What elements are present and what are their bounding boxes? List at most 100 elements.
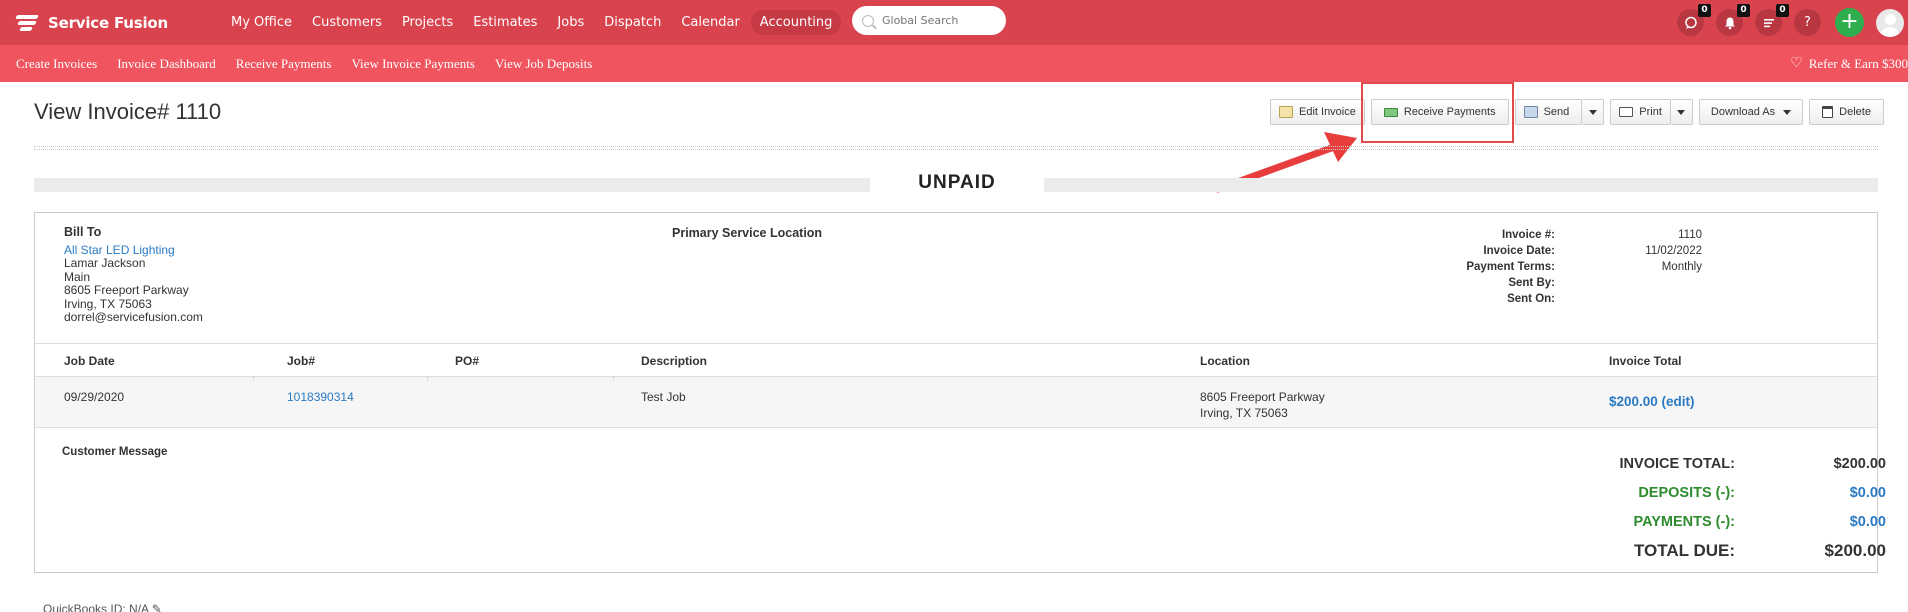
primary-service-location-label: Primary Service Location	[672, 226, 823, 240]
pencil-icon[interactable]: ✎	[152, 602, 162, 612]
nav-customers[interactable]: Customers	[303, 10, 391, 35]
meta-key: Sent By:	[1508, 277, 1555, 289]
subnav-view-invoice-payments[interactable]: View Invoice Payments	[351, 56, 474, 72]
customer-link[interactable]: All Star LED Lighting	[64, 243, 203, 258]
delete-button[interactable]: Delete	[1809, 99, 1884, 125]
nav-calendar[interactable]: Calendar	[672, 10, 748, 35]
subnav-create-invoices[interactable]: Create Invoices	[16, 56, 97, 72]
refer-link[interactable]: ♡ Refer & Earn $300	[1790, 45, 1908, 82]
meta-value: Monthly	[1661, 261, 1702, 273]
cell-description: Test Job	[641, 390, 686, 404]
bell-badge: 0	[1737, 4, 1750, 17]
table-header: Job Date Job# PO# Description Location I…	[35, 343, 1877, 377]
top-icons: 0 0 0 ? +	[1665, 0, 1908, 45]
invoice-meta: Invoice #: 1110 Invoice Date: 11/02/2022 P…	[1425, 229, 1702, 309]
bill-to-label: Bill To	[64, 225, 102, 239]
download-as-label: Download As	[1710, 106, 1776, 118]
payments-row: PAYMENTS (-): $0.00	[1575, 507, 1887, 536]
avatar[interactable]	[1876, 8, 1904, 37]
help-icon[interactable]: ?	[1794, 9, 1821, 36]
meta-key: Invoice Date:	[1483, 245, 1555, 257]
status-rule-right	[1044, 178, 1878, 192]
invoice-total-value: $200.00	[1833, 455, 1886, 472]
list-badge: 0	[1776, 4, 1789, 17]
col-invoice-total: Invoice Total	[1609, 354, 1682, 368]
delete-label: Delete	[1839, 106, 1871, 118]
table-row: 09/29/2020 1018390314 Test Job 8605 Free…	[35, 377, 1877, 428]
highlight-box	[1361, 82, 1514, 143]
payments-value[interactable]: $0.00	[1735, 514, 1886, 530]
search-icon	[862, 14, 874, 27]
location-line2: Irving, TX 75063	[1200, 406, 1288, 420]
invoice-status: UNPAID	[918, 172, 996, 193]
meta-row: Payment Terms: Monthly	[1425, 261, 1702, 277]
send-icon	[1523, 106, 1538, 118]
invoice-total-edit-link[interactable]: $200.00 (edit)	[1609, 394, 1695, 410]
nav-projects[interactable]: Projects	[393, 10, 462, 35]
col-description: Description	[641, 354, 708, 368]
nav-jobs[interactable]: Jobs	[548, 10, 593, 35]
nav-accounting[interactable]: Accounting	[750, 10, 842, 35]
send-button[interactable]: Send	[1514, 99, 1583, 125]
send-dropdown[interactable]	[1582, 99, 1605, 125]
edit-icon	[1279, 106, 1293, 118]
meta-key: Sent On:	[1507, 293, 1555, 305]
sub-navbar: Create Invoices Invoice Dashboard Receiv…	[0, 45, 1908, 82]
meta-value: 11/02/2022	[1645, 245, 1702, 257]
deposits-label: DEPOSITS (-):	[1638, 484, 1735, 501]
total-due-row: TOTAL DUE: $200.00	[1575, 536, 1886, 565]
meta-row: Sent On:	[1425, 293, 1702, 309]
quickbooks-id: QuickBooks ID: N/A ✎	[43, 602, 162, 612]
job-number-link[interactable]: 1018390314	[287, 389, 354, 405]
divider	[34, 146, 1878, 150]
download-as-button[interactable]: Download As	[1698, 99, 1804, 125]
nav-dispatch[interactable]: Dispatch	[595, 10, 670, 35]
total-due-label: TOTAL DUE:	[1633, 540, 1735, 560]
meta-value	[1555, 277, 1702, 293]
bill-to-block: Bill To All Star LED Lighting Lamar Jack…	[64, 225, 203, 325]
brand-logo[interactable]: Service Fusion	[15, 0, 168, 45]
invoice-total-label: INVOICE TOTAL:	[1619, 455, 1735, 472]
nav-estimates[interactable]: Estimates	[464, 10, 546, 35]
col-location: Location	[1200, 354, 1250, 368]
edit-invoice-button[interactable]: Edit Invoice	[1270, 99, 1365, 125]
page-title: View Invoice# 1110	[34, 99, 222, 124]
deposits-value[interactable]: $0.00	[1735, 485, 1886, 501]
global-search[interactable]	[852, 6, 1006, 35]
add-new-button[interactable]: +	[1835, 8, 1864, 37]
nav-my-office[interactable]: My Office	[222, 10, 301, 35]
bell-icon[interactable]: 0	[1716, 4, 1750, 36]
invoice-total-row: INVOICE TOTAL: $200.00	[1575, 449, 1886, 478]
meta-row: Invoice #: 1110	[1425, 229, 1702, 245]
cell-location: 8605 Freeport Parkway Irving, TX 75063	[1200, 389, 1325, 421]
status-rule-left	[34, 178, 870, 192]
chat-badge: 0	[1698, 4, 1711, 17]
subnav-invoice-dashboard[interactable]: Invoice Dashboard	[117, 56, 216, 72]
chat-icon[interactable]: 0	[1677, 4, 1711, 36]
printer-icon	[1619, 107, 1634, 117]
bill-to-line1: Main	[64, 269, 91, 284]
subnav-view-job-deposits[interactable]: View Job Deposits	[495, 56, 592, 72]
print-button[interactable]: Print	[1610, 99, 1671, 125]
meta-value	[1555, 293, 1702, 309]
payments-label: PAYMENTS (-):	[1633, 513, 1736, 530]
main-nav: My Office Customers Projects Estimates J…	[222, 10, 913, 35]
print-dropdown[interactable]	[1670, 99, 1693, 125]
search-input[interactable]	[882, 14, 992, 27]
trash-icon	[1822, 106, 1834, 118]
meta-key: Invoice #:	[1501, 229, 1555, 241]
bill-to-contact: Lamar Jackson	[64, 256, 146, 270]
col-job-date: Job Date	[64, 354, 115, 368]
location-line1: 8605 Freeport Parkway	[1200, 390, 1325, 404]
meta-row: Sent By:	[1425, 277, 1702, 293]
chevron-down-icon	[1783, 109, 1792, 115]
meta-key: Payment Terms:	[1466, 261, 1555, 273]
top-navbar: Service Fusion My Office Customers Proje…	[0, 0, 1908, 45]
col-job-no: Job#	[287, 354, 316, 368]
col-po: PO#	[455, 354, 480, 368]
list-icon[interactable]: 0	[1755, 4, 1789, 36]
subnav-receive-payments[interactable]: Receive Payments	[236, 56, 332, 72]
logo-icon	[15, 12, 42, 34]
send-label: Send	[1543, 106, 1570, 118]
deposits-row: DEPOSITS (-): $0.00	[1575, 478, 1886, 507]
